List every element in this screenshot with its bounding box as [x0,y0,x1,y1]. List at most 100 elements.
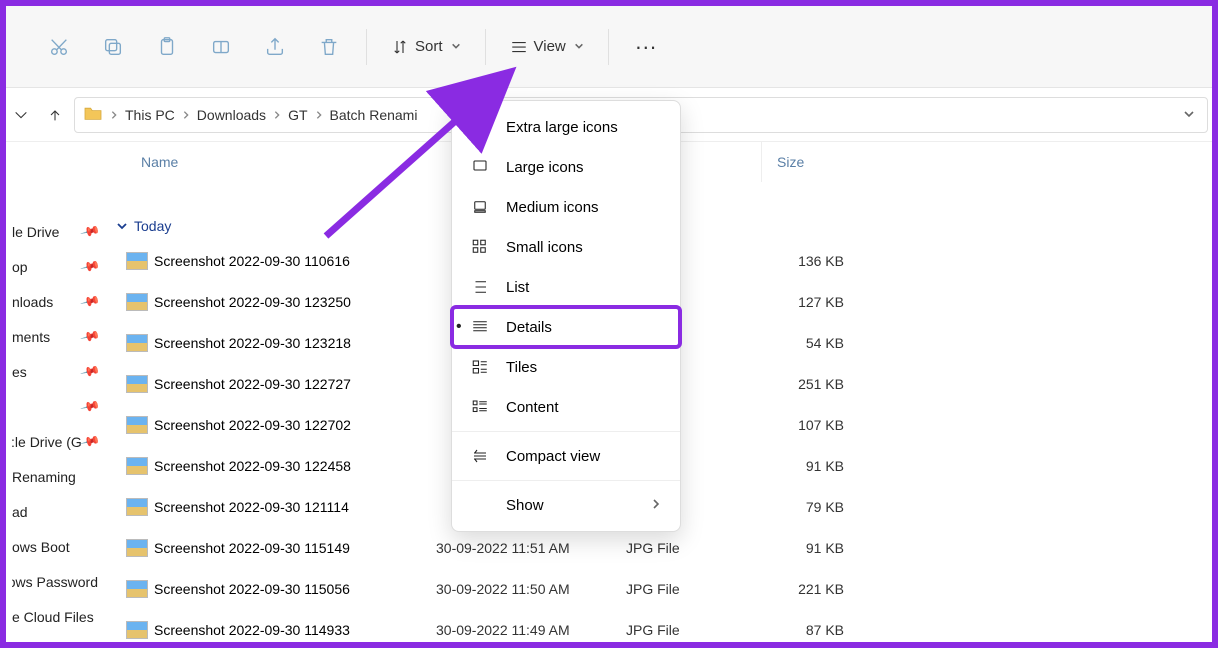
sidebar-item[interactable]: ments📌 [12,319,104,354]
chevron-right-icon [272,107,282,123]
file-size: 87 KB [756,622,856,638]
sidebar-item[interactable]: ad [12,494,104,529]
view-button[interactable]: View [500,24,594,70]
pin-icon: 📌 [79,256,101,278]
breadcrumb-part[interactable]: This PC [125,107,175,123]
view-menu-item-md[interactable]: Medium icons [452,187,680,227]
file-size: 251 KB [756,376,856,392]
share-button[interactable] [252,24,298,70]
menu-item-label: Content [506,399,559,416]
view-menu-item-sm[interactable]: Small icons [452,227,680,267]
pin-icon: 📌 [79,431,101,453]
delete-button[interactable] [306,24,352,70]
sidebar-item[interactable]: op📌 [12,249,104,284]
image-thumb-icon [126,580,148,598]
chevron-right-icon [314,107,324,123]
up-button[interactable] [40,95,70,135]
view-menu-item-compact[interactable]: Compact view [452,436,680,476]
sidebar-item-label: ows Boot [12,539,70,555]
sidebar-item[interactable]: e Cloud Files [12,599,104,634]
sidebar-item[interactable]: ows Boot [12,529,104,564]
file-type: JPG File [626,581,756,597]
chevron-right-icon [109,107,119,123]
compact-icon [470,447,490,465]
sort-button[interactable]: Sort [381,24,471,70]
sidebar-item[interactable]: Renaming [12,459,104,494]
sidebar-item[interactable]: ows Password [12,564,104,599]
file-date: 30-09-2022 11:49 AM [436,622,626,638]
breadcrumb-part[interactable]: GT [288,107,307,123]
xl-icon [470,118,490,136]
breadcrumb-part[interactable]: Downloads [197,107,266,123]
sidebar-item-label: Renaming [12,469,76,485]
group-label: Today [134,218,171,234]
column-name[interactable]: Name [141,154,441,170]
file-size: 91 KB [756,540,856,556]
content-icon [470,398,490,416]
paste-button[interactable] [144,24,190,70]
list-icon [470,278,490,296]
file-name: Screenshot 2022-09-30 115149 [154,540,350,556]
view-menu-item-show[interactable]: Show [452,485,680,525]
file-type: JPG File [626,540,756,556]
lg-icon [470,158,490,176]
sort-label: Sort [415,38,443,55]
view-menu-item-details[interactable]: Details [452,307,680,347]
file-date: 30-09-2022 11:50 AM [436,581,626,597]
menu-item-label: Compact view [506,448,600,465]
details-icon [470,318,490,336]
file-row[interactable]: Screenshot 2022-09-30 11505630-09-2022 1… [106,568,1206,609]
menu-item-label: Small icons [506,239,583,256]
view-menu-item-content[interactable]: Content [452,387,680,427]
sidebar-item[interactable]: es📌 [12,354,104,389]
image-thumb-icon [126,334,148,352]
menu-separator [452,431,680,432]
view-menu-item-tiles[interactable]: Tiles [452,347,680,387]
toolbar-separator [608,29,609,65]
chevron-right-icon [181,107,191,123]
sidebar-item[interactable]: le Drive (G:📌 [12,424,104,459]
breadcrumb-part[interactable]: Batch Renami [330,107,418,123]
pin-icon: 📌 [79,361,101,383]
file-type: JPG File [626,622,756,638]
sidebar-item[interactable]: nloads📌 [12,284,104,319]
back-button[interactable] [6,95,36,135]
file-name: Screenshot 2022-09-30 114933 [154,622,350,638]
file-row[interactable]: Screenshot 2022-09-30 11514930-09-2022 1… [106,527,1206,568]
file-name: Screenshot 2022-09-30 123250 [154,294,351,310]
image-thumb-icon [126,252,148,270]
chevron-down-icon [574,38,584,55]
file-size: 136 KB [756,253,856,269]
sidebar: le Drive📌op📌nloads📌ments📌es📌📌le Drive (G… [12,142,104,636]
sidebar-item-label: nloads [12,294,53,310]
rename-button[interactable] [198,24,244,70]
file-size: 91 KB [756,458,856,474]
image-thumb-icon [126,293,148,311]
copy-button[interactable] [90,24,136,70]
menu-separator [452,480,680,481]
chevron-down-icon [451,38,461,55]
file-name: Screenshot 2022-09-30 122702 [154,417,351,433]
toolbar-separator [485,29,486,65]
image-thumb-icon [126,498,148,516]
sidebar-item[interactable]: le Drive📌 [12,214,104,249]
image-thumb-icon [126,416,148,434]
more-button[interactable]: ··· [623,24,669,70]
pin-icon: 📌 [79,326,101,348]
file-name: Screenshot 2022-09-30 122458 [154,458,351,474]
sidebar-item-label: ows Password [12,574,98,590]
menu-item-label: Show [506,497,544,514]
toolbar: Sort View ··· [6,6,1212,88]
image-thumb-icon [126,375,148,393]
view-menu-item-list[interactable]: List [452,267,680,307]
sidebar-item[interactable]: 📌 [12,389,104,424]
breadcrumb-expand-button[interactable] [1183,107,1199,123]
file-name: Screenshot 2022-09-30 122727 [154,376,351,392]
menu-item-label: Tiles [506,359,537,376]
view-menu-item-xl[interactable]: Extra large icons [452,107,680,147]
column-size[interactable]: Size [761,142,861,182]
file-row[interactable]: Screenshot 2022-09-30 114933 30-09-2022 1… [106,609,1206,648]
cut-button[interactable] [36,24,82,70]
folder-icon [83,105,103,124]
view-menu-item-lg[interactable]: Large icons [452,147,680,187]
